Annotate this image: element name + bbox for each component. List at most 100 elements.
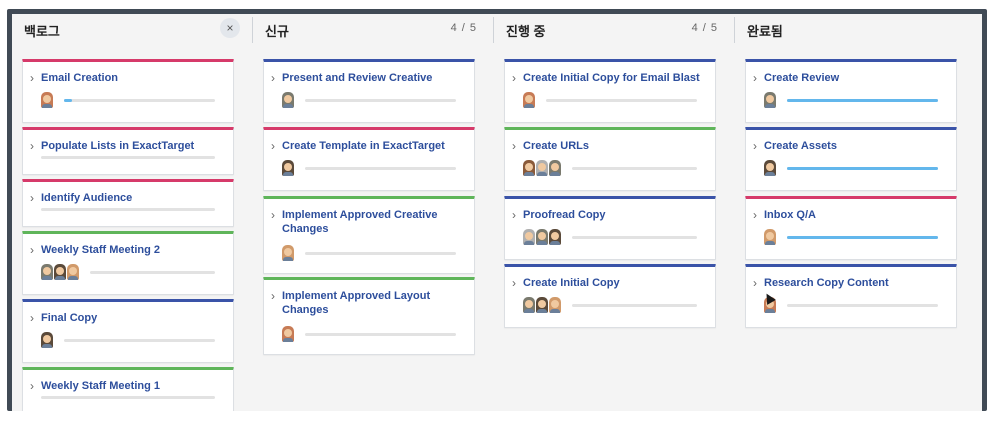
card-title[interactable]: Create Initial Copy for Email Blast	[523, 71, 709, 85]
avatar	[549, 229, 561, 245]
card-title[interactable]: Present and Review Creative	[282, 71, 468, 85]
card-title[interactable]: Email Creation	[41, 71, 227, 85]
assignee-avatars	[523, 229, 562, 245]
card-title[interactable]: Create Review	[764, 71, 950, 85]
card-title[interactable]: Implement Approved Creative Changes	[282, 208, 468, 236]
avatar	[41, 264, 53, 280]
wip-count: 4 / 5	[450, 22, 477, 34]
assignee-avatars	[523, 297, 562, 313]
chevron-right-icon[interactable]: ›	[271, 289, 275, 303]
progress-bar	[572, 167, 697, 170]
chevron-right-icon[interactable]: ›	[271, 208, 275, 222]
avatar	[282, 245, 294, 261]
assignee-avatars	[282, 160, 295, 176]
chevron-right-icon[interactable]: ›	[753, 276, 757, 290]
task-card[interactable]: › Create Initial Copy	[504, 264, 716, 328]
card-title[interactable]: Implement Approved Layout Changes	[282, 289, 468, 317]
task-card[interactable]: › Inbox Q/A	[745, 196, 957, 260]
card-title[interactable]: Final Copy	[41, 311, 227, 325]
progress-fill	[787, 167, 938, 170]
task-card[interactable]: › Create Initial Copy for Email Blast	[504, 59, 716, 123]
chevron-right-icon[interactable]: ›	[271, 71, 275, 85]
chevron-right-icon[interactable]: ›	[271, 139, 275, 153]
avatar	[549, 297, 561, 313]
wip-count: 4 / 5	[691, 22, 718, 34]
progress-bar	[64, 99, 215, 102]
card-title[interactable]: Create URLs	[523, 139, 709, 153]
column-backlog: 백로그 × › Email Creation › Populate Lists in …	[12, 14, 252, 411]
assignee-avatars	[282, 326, 295, 342]
chevron-right-icon[interactable]: ›	[30, 243, 34, 257]
task-card[interactable]: › Create Template in ExactTarget	[263, 127, 475, 191]
chevron-right-icon[interactable]: ›	[30, 71, 34, 85]
card-title[interactable]: Create Template in ExactTarget	[282, 139, 468, 153]
column-header: 백로그 ×	[12, 14, 252, 46]
avatar	[41, 92, 53, 108]
assignee-avatars	[282, 245, 295, 261]
task-card[interactable]: › Email Creation	[22, 59, 234, 123]
task-card[interactable]: › Weekly Staff Meeting 2	[22, 231, 234, 295]
chevron-right-icon[interactable]: ›	[753, 71, 757, 85]
task-card[interactable]: › Create Assets	[745, 127, 957, 191]
task-card[interactable]: › Create URLs	[504, 127, 716, 191]
task-card[interactable]: › Identify Audience	[22, 179, 234, 227]
task-card[interactable]: › Implement Approved Layout Changes	[263, 277, 475, 355]
task-card[interactable]: › Implement Approved Creative Changes	[263, 196, 475, 274]
card-title[interactable]: Weekly Staff Meeting 1	[41, 379, 227, 393]
card-title[interactable]: Research Copy Content	[764, 276, 950, 290]
chevron-right-icon[interactable]: ›	[512, 208, 516, 222]
task-card[interactable]: › Present and Review Creative	[263, 59, 475, 123]
card-title[interactable]: Weekly Staff Meeting 2	[41, 243, 227, 257]
progress-bar	[41, 396, 215, 399]
avatar	[536, 160, 548, 176]
chevron-right-icon[interactable]: ›	[30, 311, 34, 325]
chevron-right-icon[interactable]: ›	[753, 139, 757, 153]
card-title[interactable]: Proofread Copy	[523, 208, 709, 222]
task-card[interactable]: › Final Copy	[22, 299, 234, 363]
avatar	[523, 92, 535, 108]
task-card[interactable]: › Populate Lists in ExactTarget	[22, 127, 234, 175]
card-title[interactable]: Populate Lists in ExactTarget	[41, 139, 227, 153]
column-title: 백로그	[24, 24, 60, 39]
column-title: 진행 중	[506, 24, 546, 39]
avatar	[523, 229, 535, 245]
progress-bar	[90, 271, 215, 274]
avatar	[536, 297, 548, 313]
chevron-right-icon[interactable]: ›	[753, 208, 757, 222]
chevron-right-icon[interactable]: ›	[30, 139, 34, 153]
close-icon[interactable]: ×	[220, 18, 240, 38]
assignee-avatars	[764, 92, 777, 108]
chevron-right-icon[interactable]: ›	[30, 191, 34, 205]
task-card[interactable]: › Proofread Copy	[504, 196, 716, 260]
progress-bar	[572, 236, 697, 239]
progress-fill	[787, 236, 938, 239]
chevron-right-icon[interactable]: ›	[30, 379, 34, 393]
avatar	[282, 160, 294, 176]
chevron-right-icon[interactable]: ›	[512, 139, 516, 153]
task-card[interactable]: › Create Review	[745, 59, 957, 123]
card-title[interactable]: Identify Audience	[41, 191, 227, 205]
progress-fill	[64, 99, 72, 102]
card-title[interactable]: Create Initial Copy	[523, 276, 709, 290]
kanban-board: 백로그 × › Email Creation › Populate Lists in …	[12, 14, 982, 411]
chevron-right-icon[interactable]: ›	[512, 276, 516, 290]
progress-bar	[305, 252, 456, 255]
card-title[interactable]: Inbox Q/A	[764, 208, 950, 222]
assignee-avatars	[764, 229, 777, 245]
task-card[interactable]: › Research Copy Content	[745, 264, 957, 328]
progress-bar	[64, 339, 215, 342]
progress-bar	[41, 208, 215, 211]
card-title[interactable]: Create Assets	[764, 139, 950, 153]
avatar	[764, 160, 776, 176]
chevron-right-icon[interactable]: ›	[512, 71, 516, 85]
progress-bar	[305, 99, 456, 102]
progress-bar	[787, 167, 938, 170]
task-card[interactable]: › Weekly Staff Meeting 1	[22, 367, 234, 411]
assignee-avatars	[41, 332, 54, 348]
avatar	[536, 229, 548, 245]
assignee-avatars	[523, 92, 536, 108]
assignee-avatars	[282, 92, 295, 108]
progress-bar	[41, 156, 215, 159]
avatar	[764, 92, 776, 108]
assignee-avatars	[41, 264, 80, 280]
